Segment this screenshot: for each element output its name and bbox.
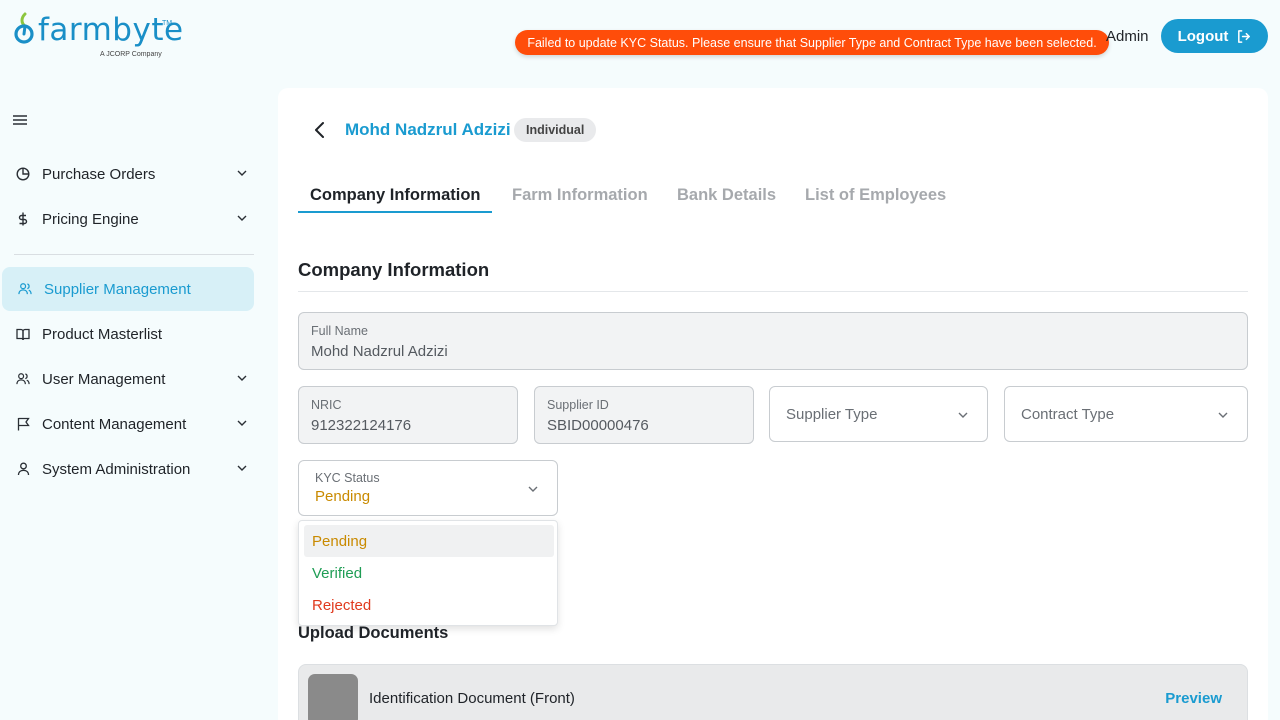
sidebar-item-product-masterlist[interactable]: Product Masterlist xyxy=(2,312,254,356)
book-icon xyxy=(16,327,30,341)
chevron-down-icon xyxy=(528,486,538,492)
users-icon xyxy=(16,372,30,386)
logout-icon xyxy=(1238,29,1251,43)
error-toast: Failed to update KYC Status. Please ensu… xyxy=(515,30,1109,55)
section-divider xyxy=(298,291,1248,292)
nric-value: 912322124176 xyxy=(311,417,412,434)
sidebar-item-label: Supplier Management xyxy=(44,280,191,298)
nric-label: NRIC xyxy=(311,398,342,412)
supplier-type-badge: Individual xyxy=(514,118,597,142)
chevron-down-icon xyxy=(237,420,247,426)
tab-list-of-employees[interactable]: List of Employees xyxy=(805,186,946,205)
document-name: Identification Document (Front) xyxy=(369,690,575,707)
user-role-label: Admin xyxy=(1106,28,1149,45)
chevron-down-icon xyxy=(237,170,247,176)
supplier-id-value: SBID00000476 xyxy=(547,417,649,434)
contract-type-select[interactable]: Contract Type xyxy=(1004,386,1248,442)
sidebar-item-label: Content Management xyxy=(42,415,187,433)
nric-field[interactable]: NRIC 912322124176 xyxy=(298,386,518,444)
kyc-option-pending[interactable]: Pending xyxy=(304,525,554,557)
sidebar-item-pricing-engine[interactable]: Pricing Engine xyxy=(2,197,254,241)
farmbyte-logo[interactable]: farmbyte TM A JCORP Company xyxy=(12,10,184,64)
leaf-logo-icon xyxy=(14,12,34,44)
kyc-option-verified[interactable]: Verified xyxy=(304,557,554,589)
sidebar-item-label: System Administration xyxy=(42,460,191,478)
tab-company-information[interactable]: Company Information xyxy=(310,186,481,205)
tab-farm-information[interactable]: Farm Information xyxy=(512,186,648,205)
supplier-id-field[interactable]: Supplier ID SBID00000476 xyxy=(534,386,754,444)
hamburger-menu-icon[interactable] xyxy=(13,113,27,127)
document-thumbnail[interactable] xyxy=(308,674,358,720)
users-icon xyxy=(18,282,32,296)
kyc-status-label: KYC Status xyxy=(315,471,380,485)
tab-bank-details[interactable]: Bank Details xyxy=(677,186,776,205)
chevron-down-icon xyxy=(237,465,247,471)
brand-tagline: A JCORP Company xyxy=(100,51,162,58)
section-title: Company Information xyxy=(298,259,490,280)
back-arrow-icon[interactable] xyxy=(312,121,328,139)
full-name-label: Full Name xyxy=(311,324,368,338)
flag-icon xyxy=(16,417,30,431)
sidebar-item-label: Purchase Orders xyxy=(42,165,156,183)
kyc-option-rejected[interactable]: Rejected xyxy=(304,589,554,621)
brand-name: farmbyte xyxy=(38,12,184,48)
chevron-down-icon xyxy=(958,412,968,418)
brand-trademark: TM xyxy=(162,20,173,27)
chevron-down-icon xyxy=(237,375,247,381)
logout-button-label: Logout xyxy=(1177,27,1229,45)
sidebar-item-supplier-management[interactable]: Supplier Management xyxy=(2,267,254,311)
full-name-field[interactable]: Full Name Mohd Nadzrul Adzizi xyxy=(298,312,1248,370)
chevron-down-icon xyxy=(1218,412,1228,418)
contract-type-placeholder: Contract Type xyxy=(1021,406,1115,423)
upload-documents-title: Upload Documents xyxy=(298,624,449,642)
user-icon xyxy=(16,462,30,476)
kyc-status-value: Pending xyxy=(315,488,371,505)
dollar-icon xyxy=(16,212,30,226)
sidebar-item-label: Product Masterlist xyxy=(42,325,163,343)
kyc-status-dropdown: Pending Verified Rejected xyxy=(298,520,558,626)
pie-chart-icon xyxy=(16,167,30,181)
sidebar-divider xyxy=(14,254,254,255)
sidebar-item-purchase-orders[interactable]: Purchase Orders xyxy=(2,152,254,196)
active-tab-indicator xyxy=(298,211,492,213)
chevron-down-icon xyxy=(237,215,247,221)
document-row: Identification Document (Front) Preview xyxy=(298,664,1248,720)
sidebar-item-content-management[interactable]: Content Management xyxy=(2,402,254,446)
sidebar-item-label: User Management xyxy=(42,370,166,388)
supplier-type-placeholder: Supplier Type xyxy=(786,406,878,423)
supplier-name-title: Mohd Nadzrul Adzizi xyxy=(345,120,511,139)
document-preview-link[interactable]: Preview xyxy=(1165,690,1222,707)
error-toast-message: Failed to update KYC Status. Please ensu… xyxy=(527,35,1097,50)
sidebar-item-label: Pricing Engine xyxy=(42,210,139,228)
supplier-type-select[interactable]: Supplier Type xyxy=(769,386,988,442)
logout-button[interactable]: Logout xyxy=(1161,19,1268,53)
sidebar-item-system-administration[interactable]: System Administration xyxy=(2,447,254,491)
full-name-value: Mohd Nadzrul Adzizi xyxy=(311,343,448,360)
sidebar-item-user-management[interactable]: User Management xyxy=(2,357,254,401)
supplier-id-label: Supplier ID xyxy=(547,398,609,412)
kyc-status-select[interactable]: KYC Status Pending xyxy=(298,460,558,516)
